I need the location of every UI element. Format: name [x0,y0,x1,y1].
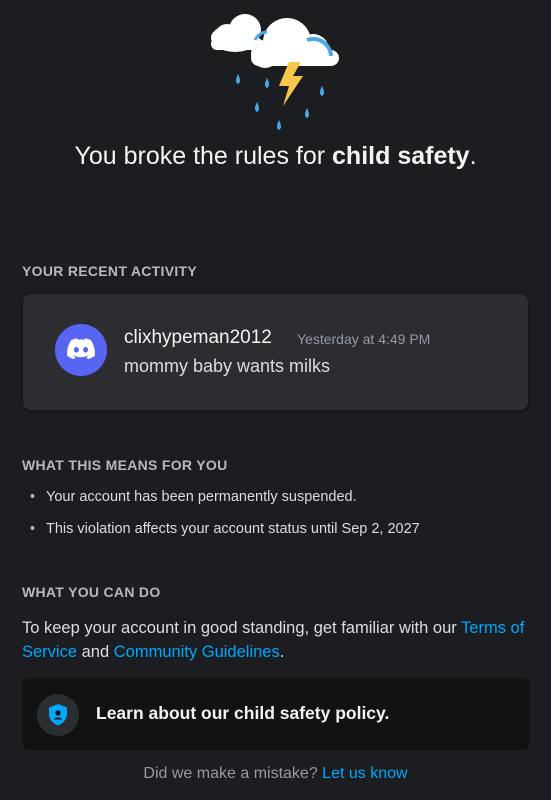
recent-activity-card: clixhypeman2012 Yesterday at 4:49 PM mom… [23,294,528,410]
recent-activity-heading: YOUR RECENT ACTIVITY [22,263,198,279]
let-us-know-link[interactable]: Let us know [322,765,407,782]
list-item-text: This violation affects your account stat… [46,521,420,537]
headline-prefix: You broke the rules for [74,142,333,170]
consequences-list: • Your account has been permanently suspe… [28,486,420,550]
page-title: You broke the rules for child safety. [0,140,551,172]
list-item: • This violation affects your account sta… [28,518,420,550]
list-item-text: Your account has been permanently suspen… [46,489,357,505]
what-this-means-heading: WHAT THIS MEANS FOR YOU [22,457,228,473]
discord-logo-icon [67,338,95,360]
message-username: clixhypeman2012 [124,327,272,348]
community-guidelines-link[interactable]: Community Guidelines [114,643,280,661]
shield-icon-wrap [37,694,79,736]
bullet-icon: • [30,489,36,505]
what-you-can-do-heading: WHAT YOU CAN DO [22,584,161,600]
footer: Did we make a mistake? Let us know [0,765,551,783]
storm-cloud-icon [205,10,345,138]
list-item: • Your account has been permanently suspe… [28,486,420,518]
guidance-text-end: . [279,643,285,661]
message-text: mommy baby wants milks [124,356,331,376]
headline-suffix: . [469,142,477,170]
avatar [55,324,107,376]
footer-question: Did we make a mistake? [143,765,318,782]
bullet-icon: • [30,521,36,537]
guidance-text-start: To keep your account in good standing, g… [22,619,462,637]
guidance-text: To keep your account in good standing, g… [22,616,532,664]
shield-icon [49,704,67,726]
child-safety-policy-button[interactable]: Learn about our child safety policy. [22,678,530,750]
guidance-text-middle: and [77,643,114,661]
message-timestamp: Yesterday at 4:49 PM [297,331,431,347]
headline-bold: child safety [332,142,470,170]
policy-label: Learn about our child safety policy. [96,703,390,723]
